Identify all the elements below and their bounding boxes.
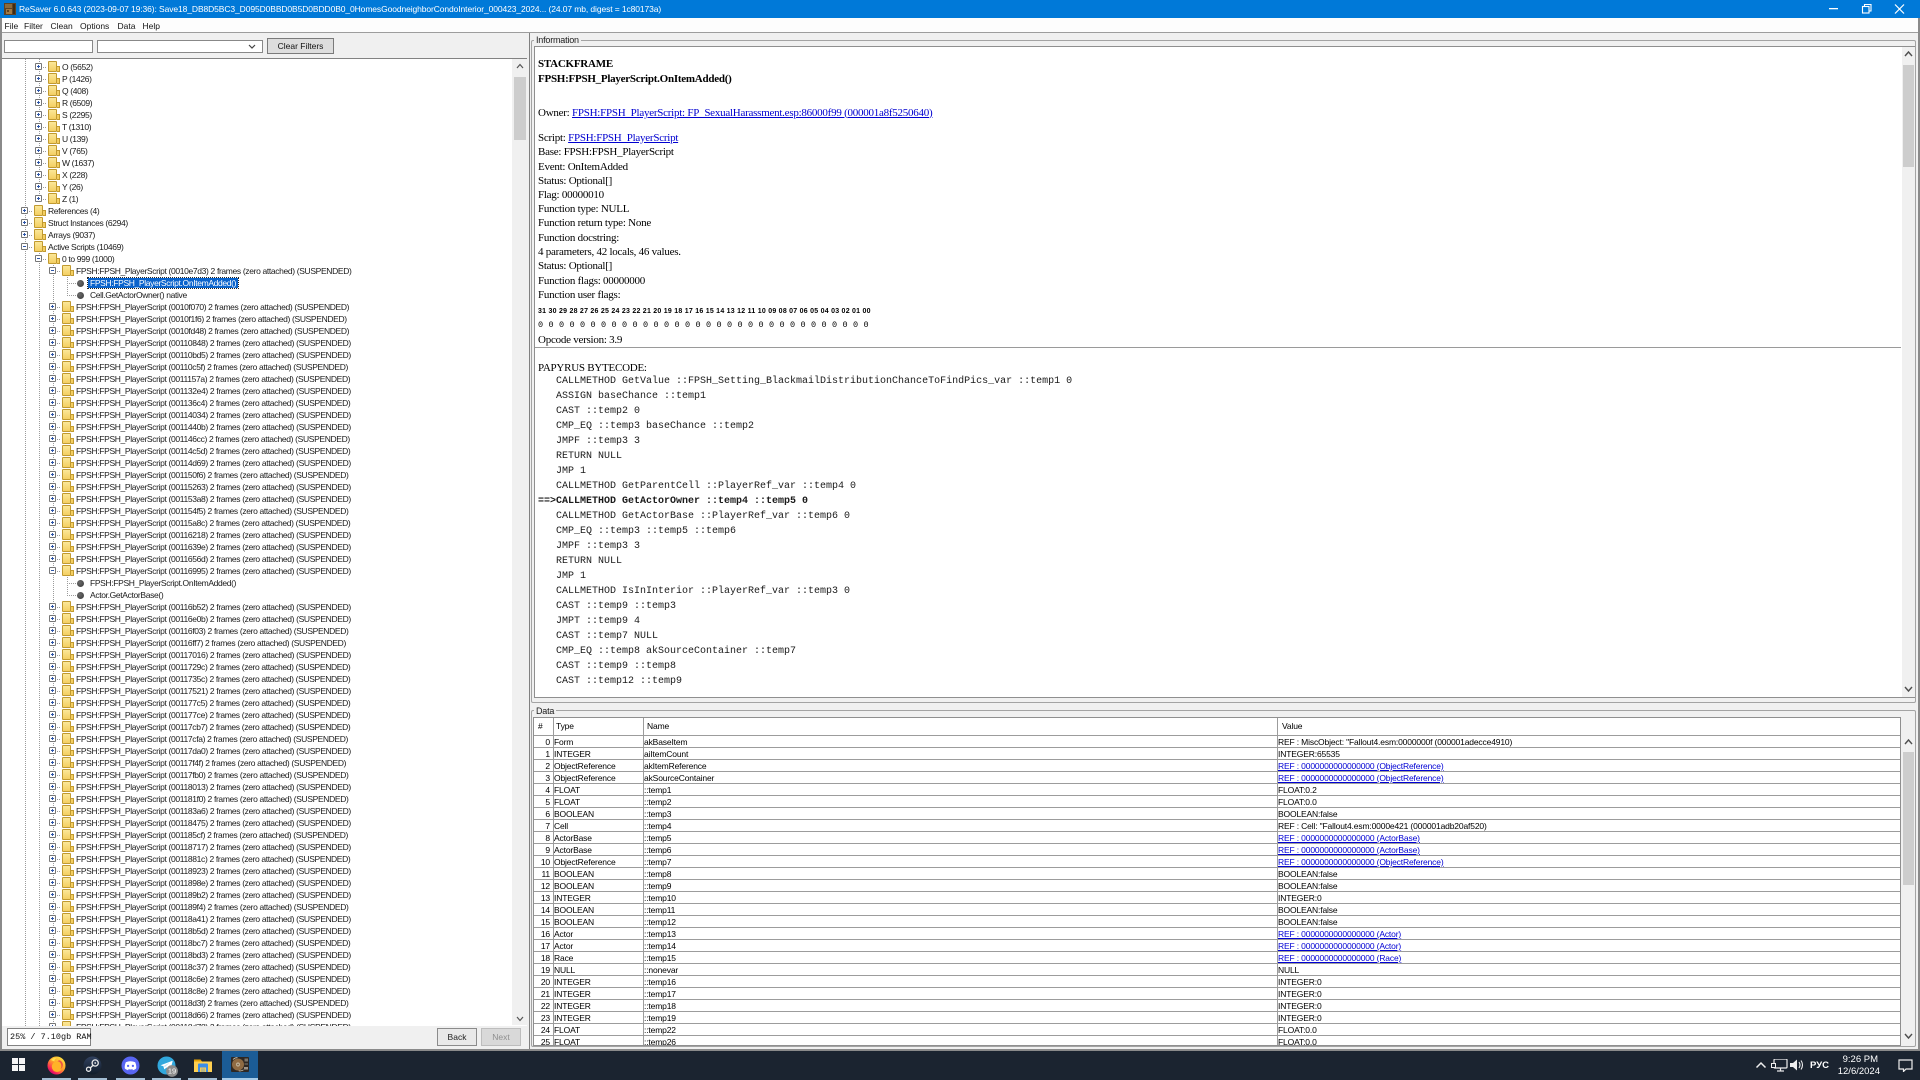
- svg-text:19: 19: [168, 1067, 176, 1076]
